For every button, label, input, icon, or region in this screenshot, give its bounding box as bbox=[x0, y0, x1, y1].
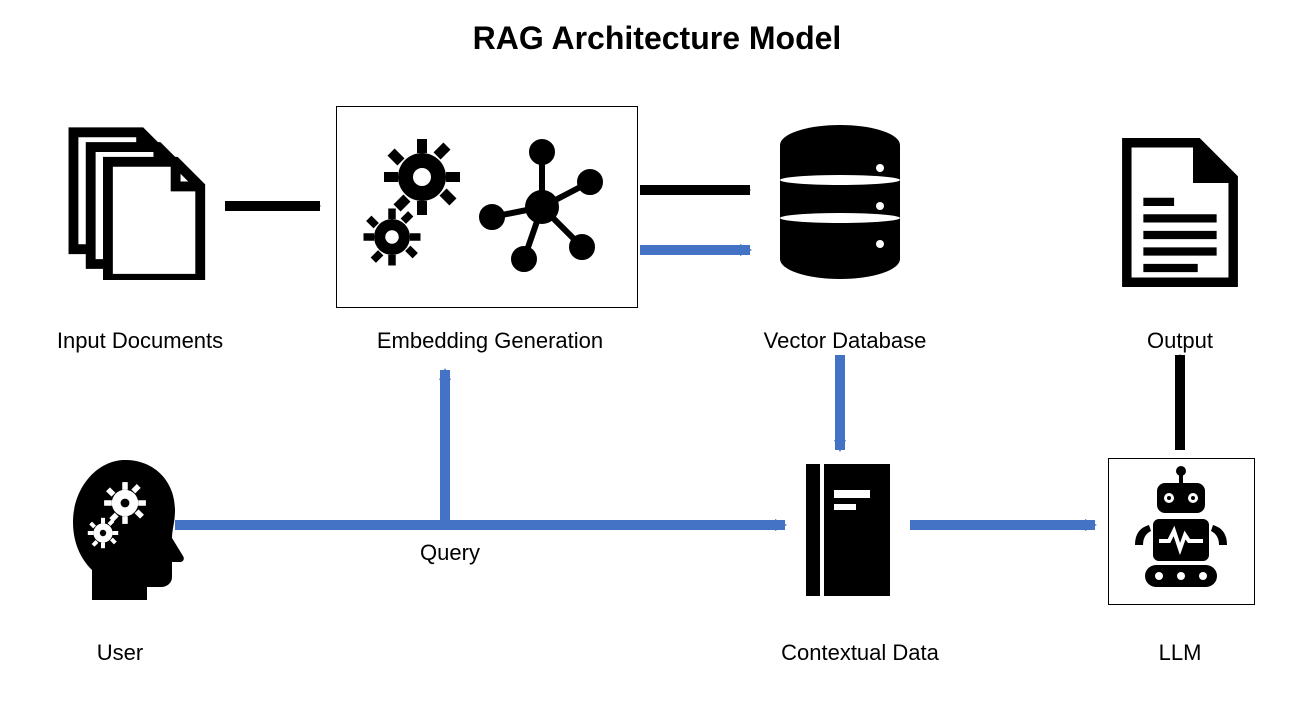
embedding-generation-box bbox=[336, 106, 638, 308]
label-embedding-generation: Embedding Generation bbox=[340, 328, 640, 354]
output-document-icon bbox=[1115, 135, 1245, 290]
label-llm: LLM bbox=[1120, 640, 1240, 666]
label-user: User bbox=[60, 640, 180, 666]
documents-icon bbox=[60, 120, 210, 280]
label-vector-database: Vector Database bbox=[740, 328, 950, 354]
label-input-documents: Input Documents bbox=[40, 328, 240, 354]
database-icon bbox=[770, 120, 910, 290]
user-head-icon bbox=[55, 455, 185, 600]
llm-box bbox=[1108, 458, 1255, 605]
label-query: Query bbox=[390, 540, 510, 566]
book-icon bbox=[800, 460, 895, 600]
label-contextual-data: Contextual Data bbox=[760, 640, 960, 666]
gears-and-graph-icon bbox=[337, 107, 637, 307]
diagram-stage: RAG Architecture Model bbox=[0, 0, 1314, 720]
robot-icon bbox=[1109, 459, 1254, 604]
arrows-layer bbox=[0, 0, 1314, 720]
label-output: Output bbox=[1110, 328, 1250, 354]
